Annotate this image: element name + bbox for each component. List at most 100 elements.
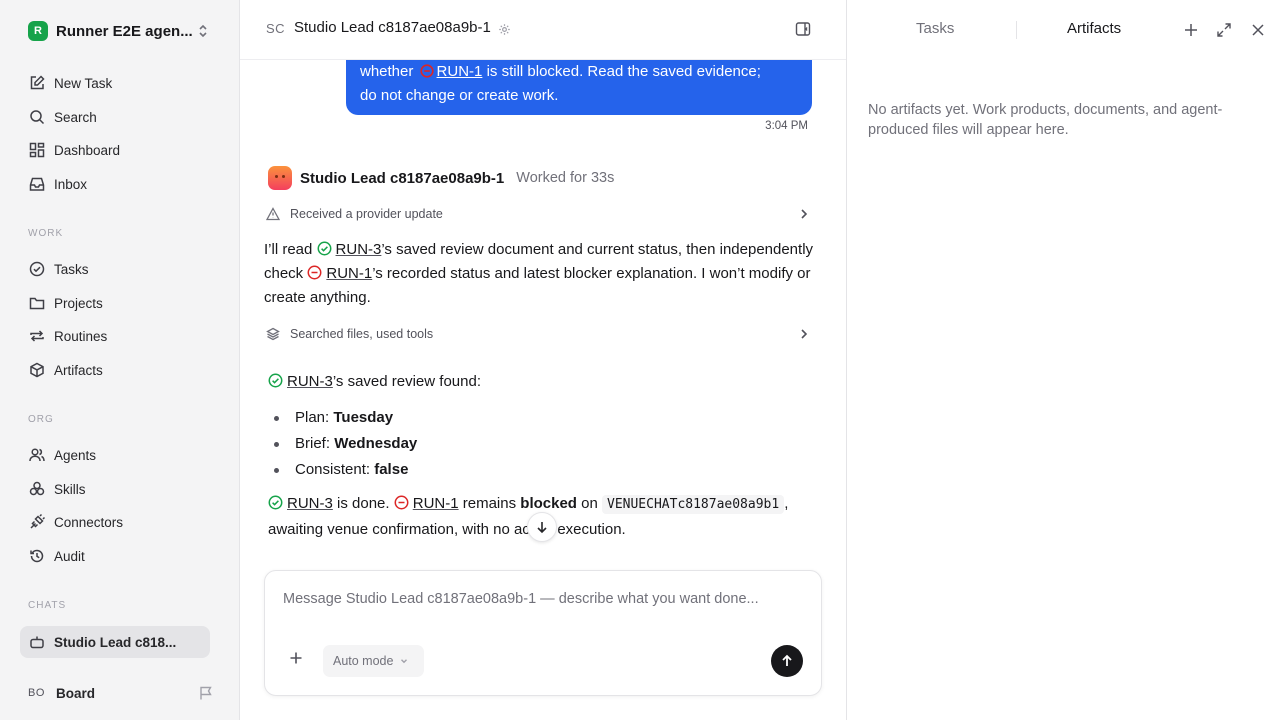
list-item: Consistent: false xyxy=(274,457,417,483)
mode-label: Auto mode xyxy=(333,654,394,668)
chevron-up-down-icon xyxy=(196,23,210,39)
bot-icon xyxy=(28,633,46,651)
chat-title: Studio Lead c8187ae08a9b-1 xyxy=(294,19,491,36)
sidebar-item-label: Artifacts xyxy=(54,362,103,378)
workspace-logo: R xyxy=(28,21,48,41)
arrow-up-icon xyxy=(780,654,794,668)
tool-row-label: Received a provider update xyxy=(290,207,443,221)
avatar: BO xyxy=(28,687,45,699)
item-label: Brief: xyxy=(295,435,331,452)
mode-selector[interactable]: Auto mode xyxy=(323,645,424,677)
issue-link-run-3[interactable]: RUN-3 xyxy=(336,241,382,258)
message-input[interactable] xyxy=(283,591,803,607)
status-emphasis: blocked xyxy=(520,495,577,512)
arrow-down-icon xyxy=(535,520,549,534)
gear-icon[interactable] xyxy=(498,23,511,36)
text: is done. xyxy=(337,495,390,512)
empty-state-message: No artifacts yet. Work products, documen… xyxy=(868,102,1223,138)
sidebar-item-label: Inbox xyxy=(54,176,88,192)
sidebar-item-label: Studio Lead c818... xyxy=(54,634,177,650)
sidebar-item-audit[interactable]: Audit xyxy=(20,541,210,571)
message-timestamp: 3:04 PM xyxy=(765,120,808,132)
item-value: false xyxy=(374,461,409,478)
scroll-to-bottom-button[interactable] xyxy=(527,512,557,542)
expand-icon[interactable] xyxy=(1216,22,1232,38)
sidebar-item-new-task[interactable]: New Task xyxy=(20,68,210,98)
sidebar-item-dashboard[interactable]: Dashboard xyxy=(20,135,210,165)
chat-panel: SC Studio Lead c8187ae08a9b-1 whether RU… xyxy=(240,0,846,720)
sidebar-item-label: Search xyxy=(54,109,97,125)
sidebar-chat-studio-lead[interactable]: Studio Lead c818... xyxy=(20,626,210,658)
issue-link-run-1[interactable]: RUN-1 xyxy=(413,495,459,512)
message-composer: Auto mode xyxy=(264,570,822,696)
agent-name: Studio Lead c8187ae08a9b-1 xyxy=(300,169,505,187)
done-status-icon xyxy=(268,495,283,510)
message-text: is still blocked. Read the saved evidenc… xyxy=(486,63,761,80)
sidebar-item-label: Routines xyxy=(54,328,108,344)
sidebar-item-label: Tasks xyxy=(54,261,89,277)
issue-link-run-3[interactable]: RUN-3 xyxy=(287,373,333,390)
toggle-panel-icon[interactable] xyxy=(795,21,811,37)
sidebar-item-projects[interactable]: Projects xyxy=(20,288,210,318)
workspace-name: Runner E2E agen... xyxy=(56,22,193,40)
plug-icon xyxy=(28,513,46,531)
inbox-icon xyxy=(28,175,46,193)
tab-divider xyxy=(1016,21,1017,39)
done-status-icon xyxy=(268,373,283,388)
text: remains xyxy=(462,495,517,512)
sidebar-item-search[interactable]: Search xyxy=(20,102,210,132)
sidebar-item-agents[interactable]: Agents xyxy=(20,440,210,470)
chevron-right-icon xyxy=(798,207,810,221)
agent-avatar xyxy=(268,166,292,190)
close-icon[interactable] xyxy=(1251,22,1265,38)
text: ’s saved review found: xyxy=(332,373,481,390)
issue-link-run-1[interactable]: RUN-1 xyxy=(437,63,483,80)
sidebar-item-label: Audit xyxy=(54,548,85,564)
board-switcher[interactable]: BO Board xyxy=(28,682,214,704)
tab-tasks[interactable]: Tasks xyxy=(916,20,954,37)
tab-artifacts[interactable]: Artifacts xyxy=(1067,20,1121,37)
issue-link-run-1[interactable]: RUN-1 xyxy=(326,265,372,282)
sidebar-item-connectors[interactable]: Connectors xyxy=(20,507,210,537)
send-button[interactable] xyxy=(771,645,803,677)
skills-icon xyxy=(28,480,46,498)
workspace-switcher[interactable]: R Runner E2E agen... xyxy=(28,20,214,42)
sidebar-item-skills[interactable]: Skills xyxy=(20,474,210,504)
provider-update-row[interactable]: Received a provider update xyxy=(266,203,812,225)
sidebar-item-routines[interactable]: Routines xyxy=(20,321,210,351)
chevron-down-icon xyxy=(399,656,409,666)
app-window: R Runner E2E agen... New Task Search Das… xyxy=(0,0,1280,720)
tools-used-row[interactable]: Searched files, used tools xyxy=(266,323,812,345)
sidebar-item-label: Connectors xyxy=(54,514,124,530)
folder-icon xyxy=(28,294,46,312)
item-value: Tuesday xyxy=(333,409,394,426)
sidebar: R Runner E2E agen... New Task Search Das… xyxy=(0,0,240,720)
chat-header: SC Studio Lead c8187ae08a9b-1 xyxy=(240,0,846,60)
text: on xyxy=(581,495,598,512)
sidebar-item-inbox[interactable]: Inbox xyxy=(20,169,210,199)
check-circle-icon xyxy=(28,260,46,278)
message-text: whether xyxy=(360,63,414,80)
plus-icon[interactable] xyxy=(1183,22,1199,38)
list-item: Brief: Wednesday xyxy=(274,431,417,457)
box-icon xyxy=(28,361,46,379)
agent-message-paragraph: I’ll read RUN-3’s saved review document … xyxy=(264,238,816,310)
text: I’ll read xyxy=(264,241,313,258)
section-label-org: ORG xyxy=(28,414,54,425)
issue-link-run-3[interactable]: RUN-3 xyxy=(287,495,333,512)
sidebar-item-artifacts[interactable]: Artifacts xyxy=(20,355,210,385)
edit-icon xyxy=(28,74,46,92)
search-icon xyxy=(28,108,46,126)
flag-icon[interactable] xyxy=(198,685,214,701)
blocked-status-icon xyxy=(419,64,434,78)
warning-icon xyxy=(266,207,280,221)
dashboard-icon xyxy=(28,141,46,159)
plus-icon[interactable] xyxy=(289,651,303,665)
tool-row-label: Searched files, used tools xyxy=(290,327,434,341)
blocked-status-icon xyxy=(307,265,322,280)
list-item: Plan: Tuesday xyxy=(274,405,417,431)
sidebar-item-label: New Task xyxy=(54,75,113,91)
section-label-chats: CHATS xyxy=(28,600,67,611)
sidebar-item-tasks[interactable]: Tasks xyxy=(20,254,210,284)
item-label: Plan: xyxy=(295,409,330,426)
